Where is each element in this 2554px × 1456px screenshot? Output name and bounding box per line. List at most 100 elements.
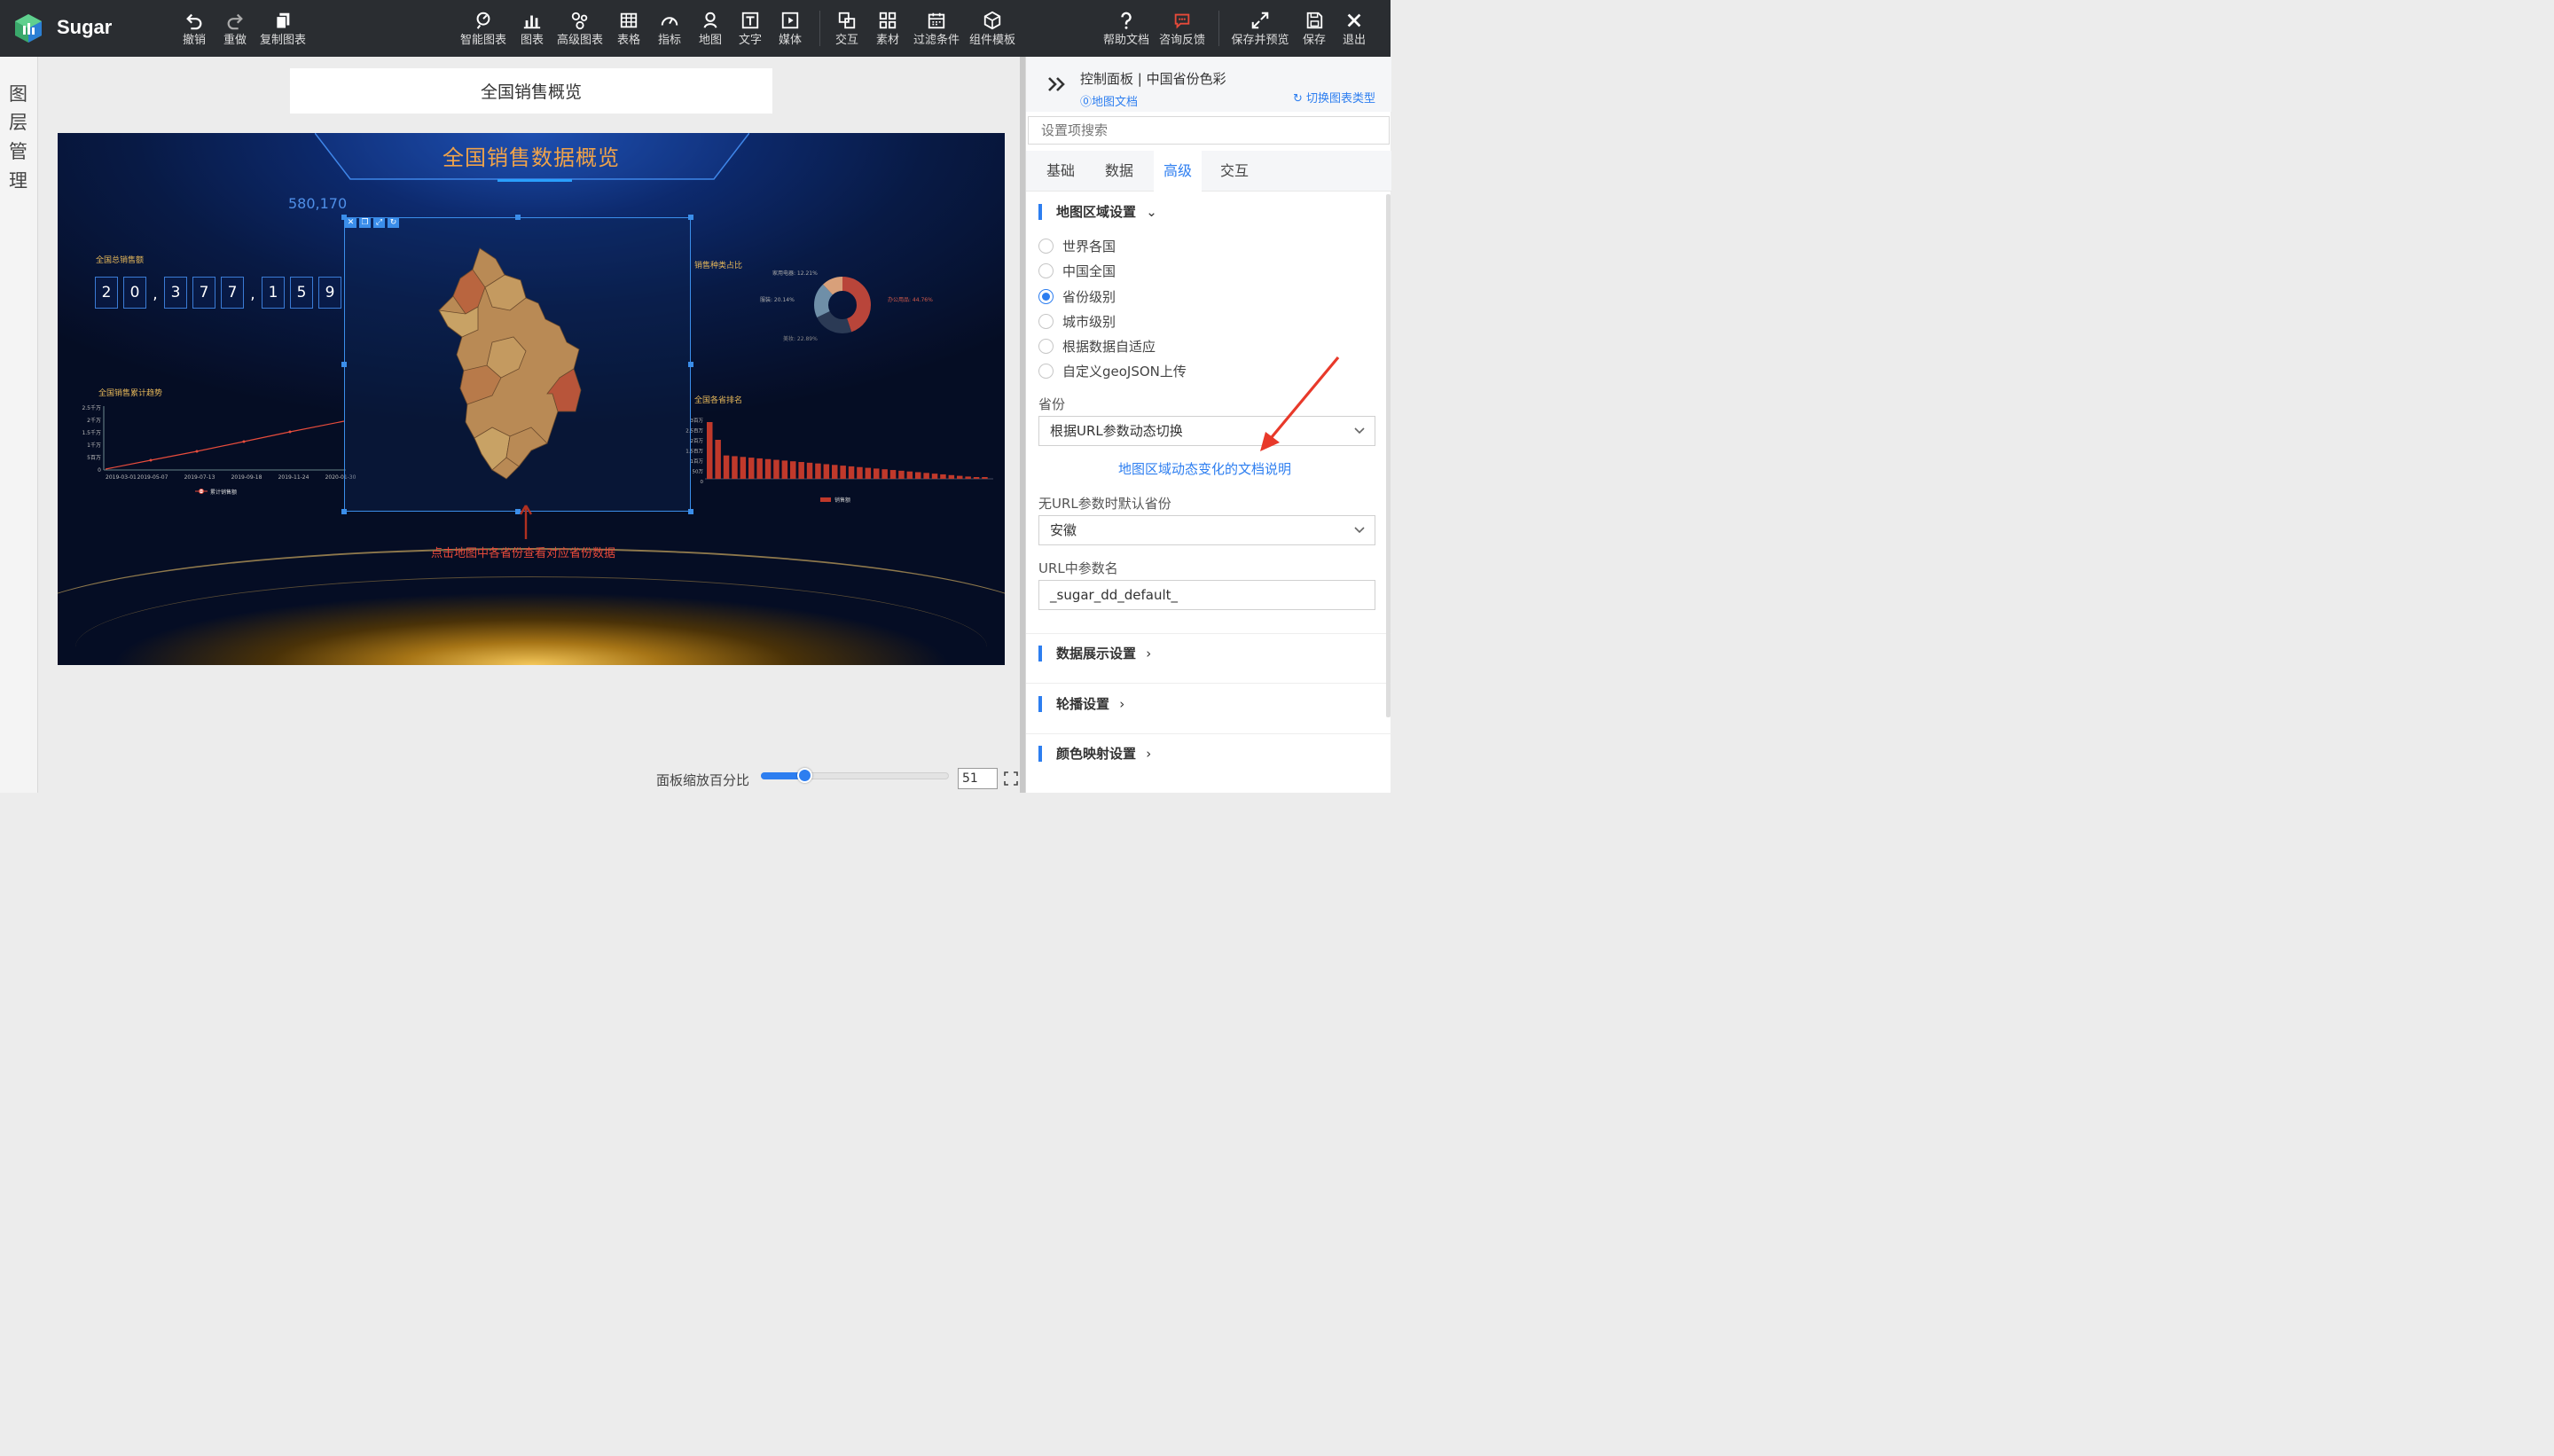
smart-chart-button[interactable]: 智能图表 [459, 7, 507, 51]
save-button[interactable]: 保存 [1301, 7, 1328, 51]
rank-bar[interactable] [889, 470, 897, 479]
map-button[interactable]: 地图 [697, 7, 724, 51]
radio-world[interactable]: 世界各国 [1038, 237, 1116, 255]
rank-bar[interactable] [915, 472, 921, 480]
trend-x-tick: 2019-11-24 [278, 474, 309, 481]
rank-bar[interactable] [865, 467, 872, 479]
rank-bar[interactable] [781, 460, 788, 479]
trend-line-chart[interactable]: 2.5千万 2千万 1.5千万 1千万 5百万 0 2019-03-01 2019-05-0… [75, 399, 359, 501]
rank-bar[interactable] [740, 457, 747, 479]
url-param-input[interactable]: _sugar_dd_default_ [1038, 580, 1375, 610]
advanced-chart-button[interactable]: 高级图表 [556, 7, 604, 51]
section-map-region[interactable]: 地图区域设置 ⌄ [1038, 204, 1157, 220]
rank-bar[interactable] [764, 458, 772, 479]
rank-bar[interactable] [881, 469, 888, 479]
rank-bar[interactable] [848, 466, 855, 479]
rank-bar[interactable] [748, 458, 755, 479]
section-data-display[interactable]: 数据展示设置 › [1038, 646, 1151, 661]
collapse-chevrons-icon[interactable] [1047, 76, 1067, 92]
rank-bar[interactable] [840, 466, 846, 479]
media-button[interactable]: 媒体 [777, 7, 803, 51]
rank-bar[interactable] [898, 470, 905, 479]
map-doc-link[interactable]: ⓪地图文档 [1080, 92, 1138, 109]
component-template-button[interactable]: 组件模板 [968, 7, 1016, 51]
anhui-province-map[interactable] [434, 245, 602, 484]
exit-button[interactable]: 退出 [1341, 7, 1367, 51]
rank-bar[interactable] [832, 465, 838, 479]
rank-bar[interactable] [707, 422, 713, 479]
region-doc-link[interactable]: 地图区域动态变化的文档说明 [1118, 459, 1291, 478]
default-province-select[interactable]: 安徽 [1038, 515, 1375, 545]
rank-bar[interactable] [815, 463, 821, 479]
widget-fullscreen-icon[interactable]: ⤢ [373, 217, 385, 228]
rank-bar[interactable] [906, 471, 913, 479]
rank-bar[interactable] [798, 462, 804, 479]
chart-button[interactable]: 图表 [519, 7, 545, 51]
rank-bar[interactable] [790, 461, 796, 479]
text-icon [741, 12, 759, 29]
filter-button[interactable]: 过滤条件 [913, 7, 960, 51]
tab-advanced[interactable]: 高级 [1154, 151, 1202, 192]
save-preview-button[interactable]: 保存并预览 [1230, 7, 1290, 51]
metric-button[interactable]: 指标 [656, 7, 683, 51]
zoom-input[interactable]: 51 [958, 768, 998, 789]
assets-button[interactable]: 素材 [874, 7, 901, 51]
rank-bar[interactable] [723, 455, 730, 479]
resize-handle[interactable] [515, 215, 521, 220]
resize-handle[interactable] [688, 215, 693, 220]
help-doc-button[interactable]: 帮助文档 [1102, 7, 1150, 51]
rank-bar[interactable] [931, 474, 938, 479]
fullscreen-icon[interactable] [1004, 771, 1018, 786]
resize-handle[interactable] [341, 215, 347, 220]
layer-manager-rail[interactable]: 图 层 管 理 [0, 57, 38, 793]
province-ranking-bar-chart[interactable]: 3百万 2.5百万 2百万 1.5百万 1百万 50万 0 销售额 [678, 410, 998, 507]
radio-province[interactable]: 省份级别 [1038, 287, 1116, 306]
resize-handle[interactable] [688, 362, 693, 367]
widget-refresh-icon[interactable]: ↻ [388, 217, 399, 228]
table-button[interactable]: 表格 [615, 7, 642, 51]
zoom-slider-knob[interactable] [797, 768, 812, 783]
copy-chart-button[interactable]: 复制图表 [259, 7, 307, 51]
resize-handle[interactable] [688, 509, 693, 514]
province-ranking-label: 全国各省排名 [694, 396, 743, 405]
text-button[interactable]: 文字 [737, 7, 764, 51]
section-carousel[interactable]: 轮播设置 › [1038, 696, 1124, 712]
rank-bar[interactable] [948, 474, 955, 479]
rank-bar[interactable] [957, 475, 963, 479]
switch-chart-type-button[interactable]: ↻ 切换图表类型 [1293, 89, 1375, 106]
rank-bar[interactable] [773, 459, 780, 479]
tab-interaction[interactable]: 交互 [1212, 151, 1257, 192]
radio-adaptive[interactable]: 根据数据自适应 [1038, 337, 1156, 356]
panel-scrollbar[interactable] [1386, 194, 1391, 717]
radio-china[interactable]: 中国全国 [1038, 262, 1116, 280]
rank-bar[interactable] [732, 456, 738, 479]
rank-bar[interactable] [923, 473, 929, 479]
tab-data[interactable]: 数据 [1097, 151, 1141, 192]
rank-bar[interactable] [982, 477, 988, 479]
undo-button[interactable]: 撤销 [181, 7, 208, 51]
radio-custom-geojson[interactable]: 自定义geoJSON上传 [1038, 362, 1187, 380]
rank-bar[interactable] [715, 440, 721, 479]
rank-bar[interactable] [823, 464, 830, 479]
rank-bar[interactable] [806, 462, 813, 479]
rank-bar[interactable] [940, 474, 946, 479]
resize-handle[interactable] [341, 362, 347, 367]
widget-copy-icon[interactable]: ❐ [359, 217, 371, 228]
rank-bar[interactable] [973, 477, 980, 479]
feedback-button[interactable]: 咨询反馈 [1158, 7, 1206, 51]
rank-bar[interactable] [756, 458, 763, 479]
section-color-mapping[interactable]: 颜色映射设置 › [1038, 746, 1151, 762]
default-province-label: 无URL参数时默认省份 [1038, 496, 1171, 512]
selected-map-widget[interactable] [344, 217, 691, 512]
redo-button[interactable]: 重做 [222, 7, 248, 51]
rank-bar[interactable] [965, 476, 971, 479]
category-donut-chart[interactable]: 家用电器: 12.21% 服装: 20.14% 美妆: 22.89% 办公用品:… [740, 264, 971, 353]
radio-city[interactable]: 城市级别 [1038, 312, 1116, 331]
rank-bar[interactable] [874, 468, 880, 479]
rank-bar[interactable] [857, 466, 863, 479]
resize-handle[interactable] [341, 509, 347, 514]
settings-search-input[interactable] [1028, 116, 1390, 145]
tab-basic[interactable]: 基础 [1038, 151, 1083, 192]
canvas-title[interactable]: 全国销售概览 [290, 68, 772, 114]
interaction-button[interactable]: 交互 [834, 7, 860, 51]
